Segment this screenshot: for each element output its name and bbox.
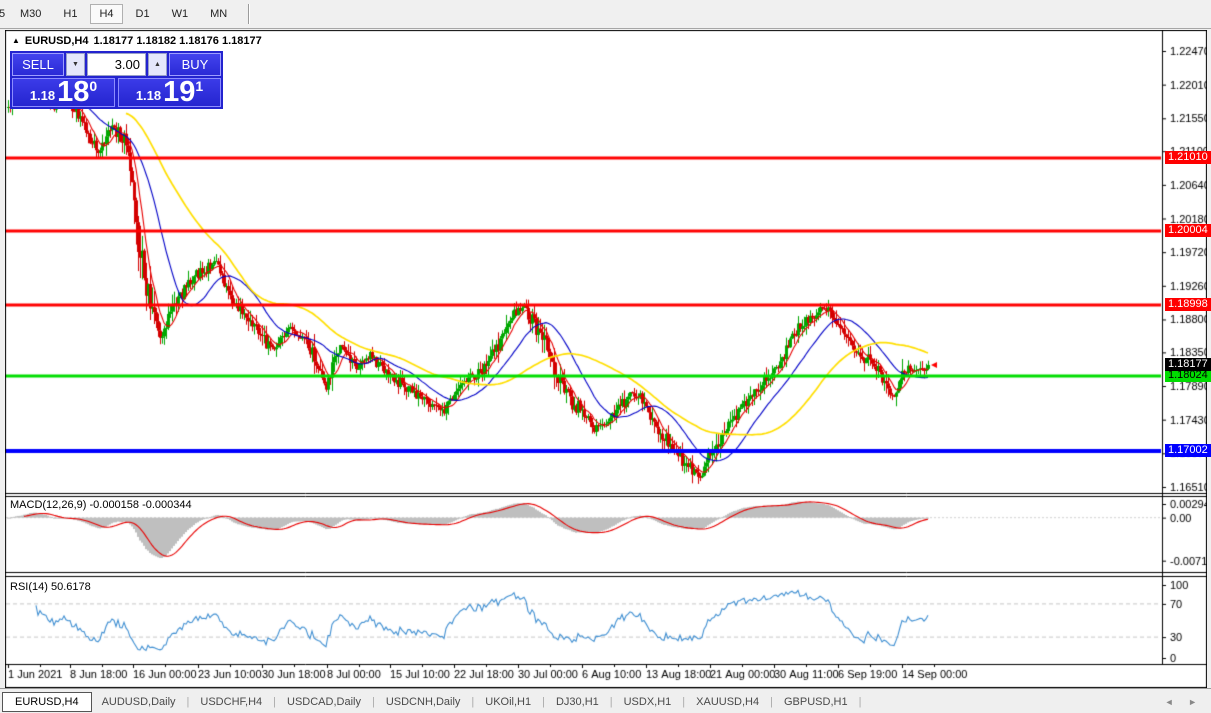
hline-price-label: 1.20004 (1165, 224, 1211, 237)
volume-increase-button[interactable]: ▲ (148, 53, 167, 76)
one-click-trade-panel: SELL ▼ ▲ BUY 1.18 18 0 1.18 19 (10, 51, 223, 109)
sell-price-button[interactable]: 1.18 18 0 (12, 78, 115, 107)
chart-tab-usdcnh-daily[interactable]: USDCNH,Daily (376, 693, 471, 711)
chart-tab-eurusd-h4[interactable]: EURUSD,H4 (2, 692, 92, 712)
chart-window: ▲ EURUSD,H4 1.18177 1.18182 1.18176 1.18… (5, 30, 1207, 688)
timeframe-button-mn[interactable]: MN (201, 4, 236, 24)
macd-name: MACD(12,26,9) (10, 499, 86, 511)
chart-tab-xauusd-h4[interactable]: XAUUSD,H4 (686, 693, 769, 711)
chart-tab-usdx-h1[interactable]: USDX,H1 (614, 693, 682, 711)
up-arrow-icon: ▲ (154, 61, 161, 68)
sell-price-small: 1.18 (30, 88, 55, 103)
mt4-terminal: 5M30H1H4D1W1MN ▲ EURUSD,H4 1.18177 1.181… (0, 0, 1211, 713)
timeframe-button-5[interactable]: 5 (0, 4, 7, 24)
toolbar-separator (248, 4, 250, 24)
current-price-label: 1.18177 (1165, 358, 1211, 371)
collapse-panel-icon[interactable]: ▲ (12, 36, 20, 46)
chart-ohlc-values: 1.18177 1.18182 1.18176 1.18177 (94, 35, 262, 47)
buy-price-pip: 1 (195, 78, 203, 94)
chart-symbol-label: EURUSD,H4 (25, 35, 89, 47)
buy-price-big: 19 (163, 80, 195, 105)
chart-tab-audusd-daily[interactable]: AUDUSD,Daily (92, 693, 186, 711)
chart-quote-header: ▲ EURUSD,H4 1.18177 1.18182 1.18176 1.18… (12, 35, 262, 47)
buy-button[interactable]: BUY (169, 53, 221, 76)
sell-price-pip: 0 (89, 78, 97, 94)
macd-indicator-label: MACD(12,26,9) -0.000158 -0.000344 (10, 499, 192, 511)
timeframe-button-m30[interactable]: M30 (11, 4, 50, 24)
down-arrow-icon: ▼ (72, 61, 79, 68)
macd-values: -0.000158 -0.000344 (89, 499, 191, 511)
timeframe-button-d1[interactable]: D1 (127, 4, 159, 24)
rsi-indicator-label: RSI(14) 50.6178 (10, 581, 91, 593)
price-chart-canvas[interactable] (5, 30, 1207, 688)
hline-price-label: 1.18998 (1165, 298, 1211, 311)
chart-tab-usdcad-daily[interactable]: USDCAD,Daily (277, 693, 371, 711)
tab-separator: | (858, 696, 863, 708)
rsi-name: RSI(14) (10, 581, 48, 593)
chart-tab-dj30-h1[interactable]: DJ30,H1 (546, 693, 609, 711)
timeframe-button-h4[interactable]: H4 (90, 4, 122, 24)
sell-price-big: 18 (57, 80, 89, 105)
chart-tab-usdchf-h4[interactable]: USDCHF,H4 (190, 693, 272, 711)
chart-tab-gbpusd-h1[interactable]: GBPUSD,H1 (774, 693, 858, 711)
timeframe-button-h1[interactable]: H1 (54, 4, 86, 24)
buy-price-button[interactable]: 1.18 19 1 (118, 78, 221, 107)
chart-tab-ukoil-h1[interactable]: UKOil,H1 (475, 693, 541, 711)
rsi-value: 50.6178 (51, 581, 91, 593)
volume-input[interactable] (87, 53, 146, 76)
sell-button[interactable]: SELL (12, 53, 64, 76)
hline-price-label: 1.17002 (1165, 444, 1211, 457)
hline-price-label: 1.21010 (1165, 151, 1211, 164)
chart-tab-bar: EURUSD,H4AUDUSD,Daily|USDCHF,H4|USDCAD,D… (0, 688, 1211, 713)
buy-price-small: 1.18 (136, 88, 161, 103)
timeframe-toolbar: 5M30H1H4D1W1MN (0, 0, 1211, 29)
tab-scroll-arrows[interactable]: ◄ ► (1165, 697, 1203, 707)
timeframe-button-w1[interactable]: W1 (163, 4, 198, 24)
volume-decrease-button[interactable]: ▼ (66, 53, 85, 76)
